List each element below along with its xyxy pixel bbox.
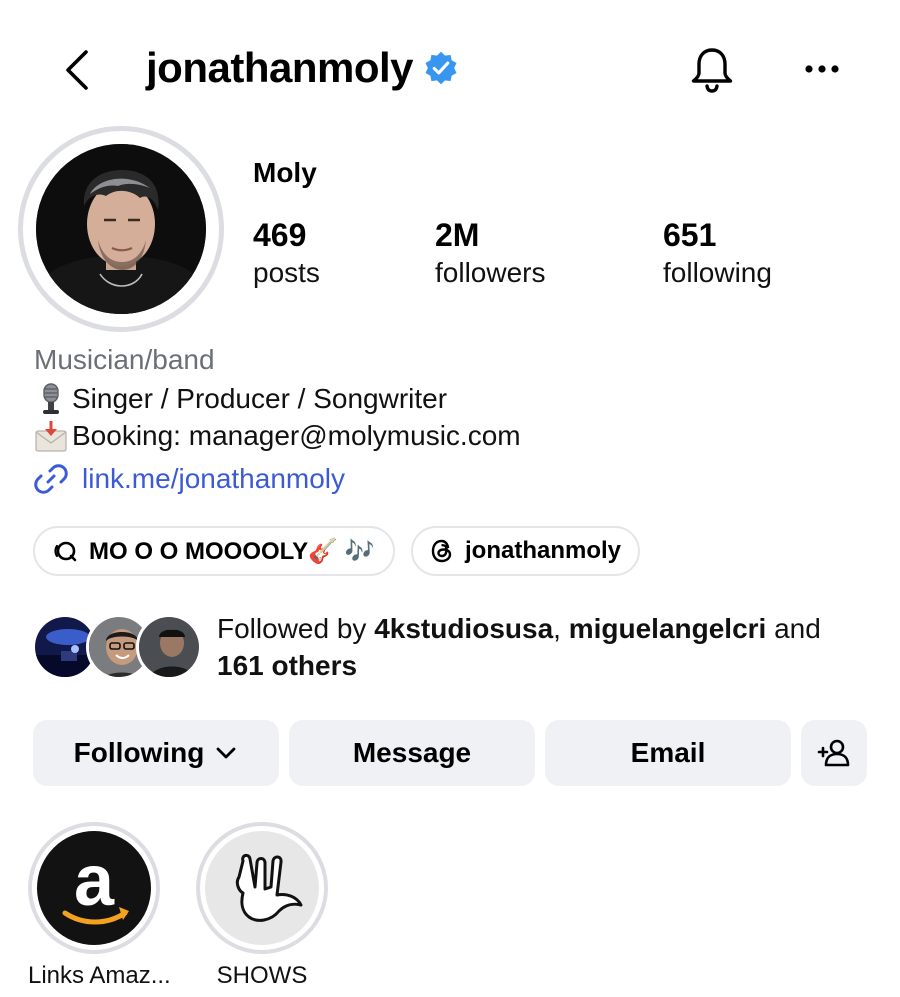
mutual-user-1: 4kstudiosusa bbox=[374, 613, 554, 644]
svg-text:a: a bbox=[74, 841, 115, 921]
highlight-label-shows: SHOWS bbox=[216, 962, 308, 989]
bio-line-1: Singer / Producer / Songwriter bbox=[34, 382, 447, 416]
chevron-down-icon bbox=[216, 747, 236, 759]
amazon-logo-icon: a bbox=[37, 831, 151, 945]
threads-note-text: MO O O MOOOOLY🎸 🎶 bbox=[89, 537, 375, 565]
threads-username: jonathanmoly bbox=[465, 537, 622, 564]
username: jonathanmoly bbox=[146, 44, 414, 91]
more-horizontal-icon bbox=[805, 65, 839, 73]
highlight-links-amazon[interactable]: a Links Amaz... bbox=[28, 822, 171, 990]
mutual-followers-avatars[interactable] bbox=[32, 614, 202, 682]
rock-hand-icon bbox=[205, 831, 319, 945]
following-count: 651 bbox=[663, 217, 717, 253]
bio-text-2: Booking: manager@molymusic.com bbox=[72, 420, 521, 451]
following-stat[interactable]: 651 following bbox=[663, 215, 772, 291]
highlight-ring bbox=[196, 822, 328, 954]
message-button[interactable]: Message bbox=[289, 720, 535, 786]
top-bar: jonathanmoly bbox=[0, 0, 900, 130]
followers-count: 2M bbox=[435, 217, 480, 253]
back-button[interactable] bbox=[56, 44, 106, 96]
notifications-button[interactable] bbox=[686, 44, 738, 96]
profile-category: Musician/band bbox=[34, 344, 215, 375]
highlight-ring: a bbox=[28, 822, 160, 954]
threads-icon bbox=[431, 539, 452, 563]
followed-by-and: and bbox=[766, 613, 821, 644]
mutual-others-count: 161 others bbox=[217, 650, 358, 681]
suggested-users-button[interactable] bbox=[801, 720, 867, 786]
followed-by-prefix: Followed by bbox=[217, 613, 375, 644]
bell-icon bbox=[691, 48, 733, 93]
posts-label: posts bbox=[253, 257, 320, 288]
link-icon bbox=[34, 464, 68, 494]
posts-count: 469 bbox=[253, 217, 307, 253]
profile-photo bbox=[36, 144, 206, 314]
envelope-arrow-emoji-icon bbox=[35, 421, 67, 452]
following-button-label: Following bbox=[73, 737, 205, 768]
following-label: following bbox=[663, 257, 772, 288]
bio-line-2: Booking: manager@molymusic.com bbox=[34, 419, 521, 453]
followers-label: followers bbox=[435, 257, 546, 288]
profile-link[interactable]: link.me/jonathanmoly bbox=[34, 462, 345, 496]
microphone-emoji-icon bbox=[43, 383, 59, 414]
profile-link-text: link.me/jonathanmoly bbox=[82, 463, 346, 494]
highlight-label-links: Links Amaz... bbox=[28, 962, 171, 989]
mutual-avatar-3 bbox=[136, 614, 202, 680]
username-header: jonathanmoly bbox=[146, 44, 459, 92]
followed-by-separator: , bbox=[553, 613, 569, 644]
display-name: Moly bbox=[253, 157, 317, 188]
followers-stat[interactable]: 2M followers bbox=[435, 215, 545, 291]
add-person-icon bbox=[817, 739, 850, 767]
message-button-label: Message bbox=[352, 737, 472, 768]
threads-profile-pill[interactable]: jonathanmoly bbox=[411, 526, 640, 576]
more-options-button[interactable] bbox=[800, 54, 844, 84]
posts-stat[interactable]: 469 posts bbox=[253, 215, 320, 291]
following-button[interactable]: Following bbox=[33, 720, 279, 786]
followed-by-text[interactable]: Followed by 4kstudiosusa, miguelangelcri… bbox=[217, 610, 877, 684]
verified-badge-icon bbox=[425, 51, 457, 85]
email-button-label: Email bbox=[630, 737, 706, 768]
email-button[interactable]: Email bbox=[545, 720, 791, 786]
threads-note-pill[interactable]: MO O O MOOOOLY🎸 🎶 bbox=[33, 526, 395, 576]
chevron-left-icon bbox=[66, 50, 88, 90]
profile-avatar bbox=[36, 144, 206, 314]
threads-chat-icon bbox=[54, 541, 77, 562]
highlight-shows[interactable]: SHOWS bbox=[196, 822, 328, 990]
bio-text-1: Singer / Producer / Songwriter bbox=[72, 383, 448, 414]
mutual-user-2: miguelangelcri bbox=[568, 613, 767, 644]
profile-avatar-ring[interactable] bbox=[18, 126, 224, 332]
